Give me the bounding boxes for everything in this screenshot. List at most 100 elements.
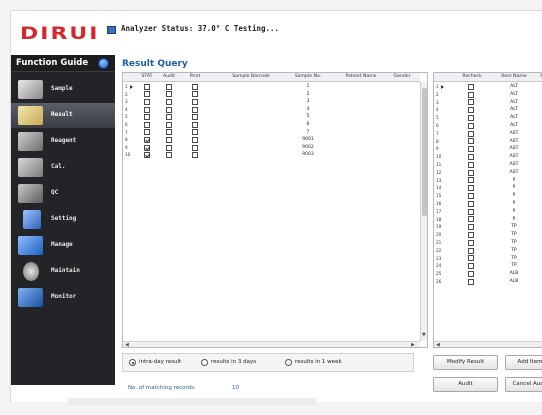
- table-row[interactable]: 66: [123, 121, 420, 129]
- sidebar-item-qc[interactable]: QC: [11, 181, 115, 206]
- radio-3-days[interactable]: [201, 359, 208, 366]
- sample-table-vscroll[interactable]: ▼: [420, 82, 427, 341]
- recheck-checkbox[interactable]: [468, 91, 474, 98]
- col-patient-name[interactable]: Patient Name: [339, 74, 383, 79]
- recheck-checkbox[interactable]: [468, 247, 474, 254]
- audit-button[interactable]: Audit: [433, 377, 498, 392]
- table-row[interactable]: 6 ALT: [434, 122, 542, 130]
- recheck-checkbox[interactable]: [468, 239, 474, 246]
- stat-checkbox[interactable]: [144, 83, 150, 90]
- table-row[interactable]: 24 TP: [434, 262, 542, 270]
- table-row[interactable]: 8 AST: [434, 138, 542, 146]
- globe-icon[interactable]: [98, 58, 109, 69]
- audit-checkbox[interactable]: [166, 144, 172, 151]
- recheck-checkbox[interactable]: [468, 278, 474, 285]
- print-checkbox[interactable]: [192, 136, 198, 143]
- audit-checkbox[interactable]: [166, 121, 172, 128]
- recheck-checkbox[interactable]: [468, 83, 474, 90]
- audit-checkbox[interactable]: [166, 83, 172, 90]
- audit-checkbox[interactable]: [166, 129, 172, 136]
- col-print[interactable]: Print: [185, 74, 205, 79]
- table-row[interactable]: 5 ALT: [434, 114, 542, 122]
- stat-checkbox[interactable]: [144, 98, 150, 105]
- table-row[interactable]: 4 ALT: [434, 106, 542, 114]
- stat-checkbox[interactable]: [144, 129, 150, 136]
- audit-checkbox[interactable]: [166, 114, 172, 121]
- recheck-checkbox[interactable]: [468, 146, 474, 153]
- recheck-checkbox[interactable]: [468, 177, 474, 184]
- audit-checkbox[interactable]: [166, 106, 172, 113]
- table-row[interactable]: 10 AST: [434, 153, 542, 161]
- table-row[interactable]: 44: [123, 106, 420, 114]
- sidebar-item-setting[interactable]: Setting: [11, 207, 115, 232]
- recheck-checkbox[interactable]: [468, 216, 474, 223]
- radio-3-days-label[interactable]: results in 3 days: [211, 359, 256, 365]
- item-table-hscroll[interactable]: ◀: [434, 341, 542, 347]
- print-checkbox[interactable]: [192, 83, 198, 90]
- recheck-checkbox[interactable]: [468, 169, 474, 176]
- table-row[interactable]: 13 P: [434, 177, 542, 185]
- radio-1-week-label[interactable]: results in 1 week: [295, 359, 342, 365]
- table-row[interactable]: 21 TP: [434, 239, 542, 247]
- recheck-checkbox[interactable]: [468, 208, 474, 215]
- table-row[interactable]: 8 9001: [123, 136, 420, 144]
- table-row[interactable]: 33: [123, 98, 420, 106]
- stat-checkbox[interactable]: [144, 152, 150, 159]
- table-row[interactable]: 20 TP: [434, 231, 542, 239]
- stat-checkbox[interactable]: [144, 136, 150, 143]
- recheck-checkbox[interactable]: [468, 130, 474, 137]
- print-checkbox[interactable]: [192, 106, 198, 113]
- table-row[interactable]: 22 TP: [434, 247, 542, 255]
- radio-1-week[interactable]: [285, 359, 292, 366]
- sidebar-item-manage[interactable]: Manage: [11, 233, 115, 258]
- table-row[interactable]: 9 9002: [123, 144, 420, 152]
- radio-intra-day-label[interactable]: intra-day result: [139, 359, 181, 365]
- col-sample-no[interactable]: Sample No.: [287, 74, 329, 79]
- col-r[interactable]: R: [538, 74, 542, 79]
- recheck-checkbox[interactable]: [468, 192, 474, 199]
- table-row[interactable]: 11: [123, 83, 420, 91]
- print-checkbox[interactable]: [192, 98, 198, 105]
- modify-result-button[interactable]: Modify Result: [433, 355, 498, 370]
- sample-table-hscroll[interactable]: ◀ ▶: [123, 341, 420, 347]
- recheck-checkbox[interactable]: [468, 107, 474, 114]
- col-item-name[interactable]: Item Name: [494, 74, 534, 79]
- radio-intra-day[interactable]: [129, 359, 136, 366]
- col-gender[interactable]: Gender: [391, 74, 413, 79]
- table-row[interactable]: 15 P: [434, 192, 542, 200]
- sidebar-item-maintain[interactable]: Maintain: [11, 259, 115, 284]
- sidebar-item-monitor[interactable]: Monitor: [11, 285, 115, 310]
- table-row[interactable]: 2 ALT: [434, 91, 542, 99]
- recheck-checkbox[interactable]: [468, 185, 474, 192]
- scroll-thumb[interactable]: [422, 88, 427, 216]
- recheck-checkbox[interactable]: [468, 231, 474, 238]
- sidebar-item-sample[interactable]: Sample: [11, 77, 115, 102]
- stat-checkbox[interactable]: [144, 106, 150, 113]
- recheck-checkbox[interactable]: [468, 153, 474, 160]
- table-row[interactable]: 14 P: [434, 184, 542, 192]
- table-row[interactable]: 77: [123, 129, 420, 137]
- recheck-checkbox[interactable]: [468, 255, 474, 262]
- print-checkbox[interactable]: [192, 144, 198, 151]
- table-row[interactable]: 23 TP: [434, 255, 542, 263]
- audit-checkbox[interactable]: [166, 98, 172, 105]
- audit-checkbox[interactable]: [166, 136, 172, 143]
- recheck-checkbox[interactable]: [468, 114, 474, 121]
- table-row[interactable]: 10 9003: [123, 151, 420, 159]
- recheck-checkbox[interactable]: [468, 161, 474, 168]
- print-checkbox[interactable]: [192, 91, 198, 98]
- cancel-audit-button[interactable]: Cancel Audit: [505, 377, 542, 392]
- print-checkbox[interactable]: [192, 114, 198, 121]
- col-audit[interactable]: Audit: [159, 74, 179, 79]
- print-checkbox[interactable]: [192, 121, 198, 128]
- scroll-left-arrow-icon[interactable]: ◀: [436, 342, 440, 347]
- col-stat[interactable]: STAT: [139, 74, 155, 79]
- table-row[interactable]: 9 AST: [434, 145, 542, 153]
- col-recheck[interactable]: Recheck: [458, 74, 486, 79]
- audit-checkbox[interactable]: [166, 152, 172, 159]
- stat-checkbox[interactable]: [144, 91, 150, 98]
- recheck-checkbox[interactable]: [468, 263, 474, 270]
- table-row[interactable]: 16 P: [434, 200, 542, 208]
- table-row[interactable]: 25 ALB: [434, 270, 542, 278]
- table-row[interactable]: 26 ALB: [434, 278, 542, 286]
